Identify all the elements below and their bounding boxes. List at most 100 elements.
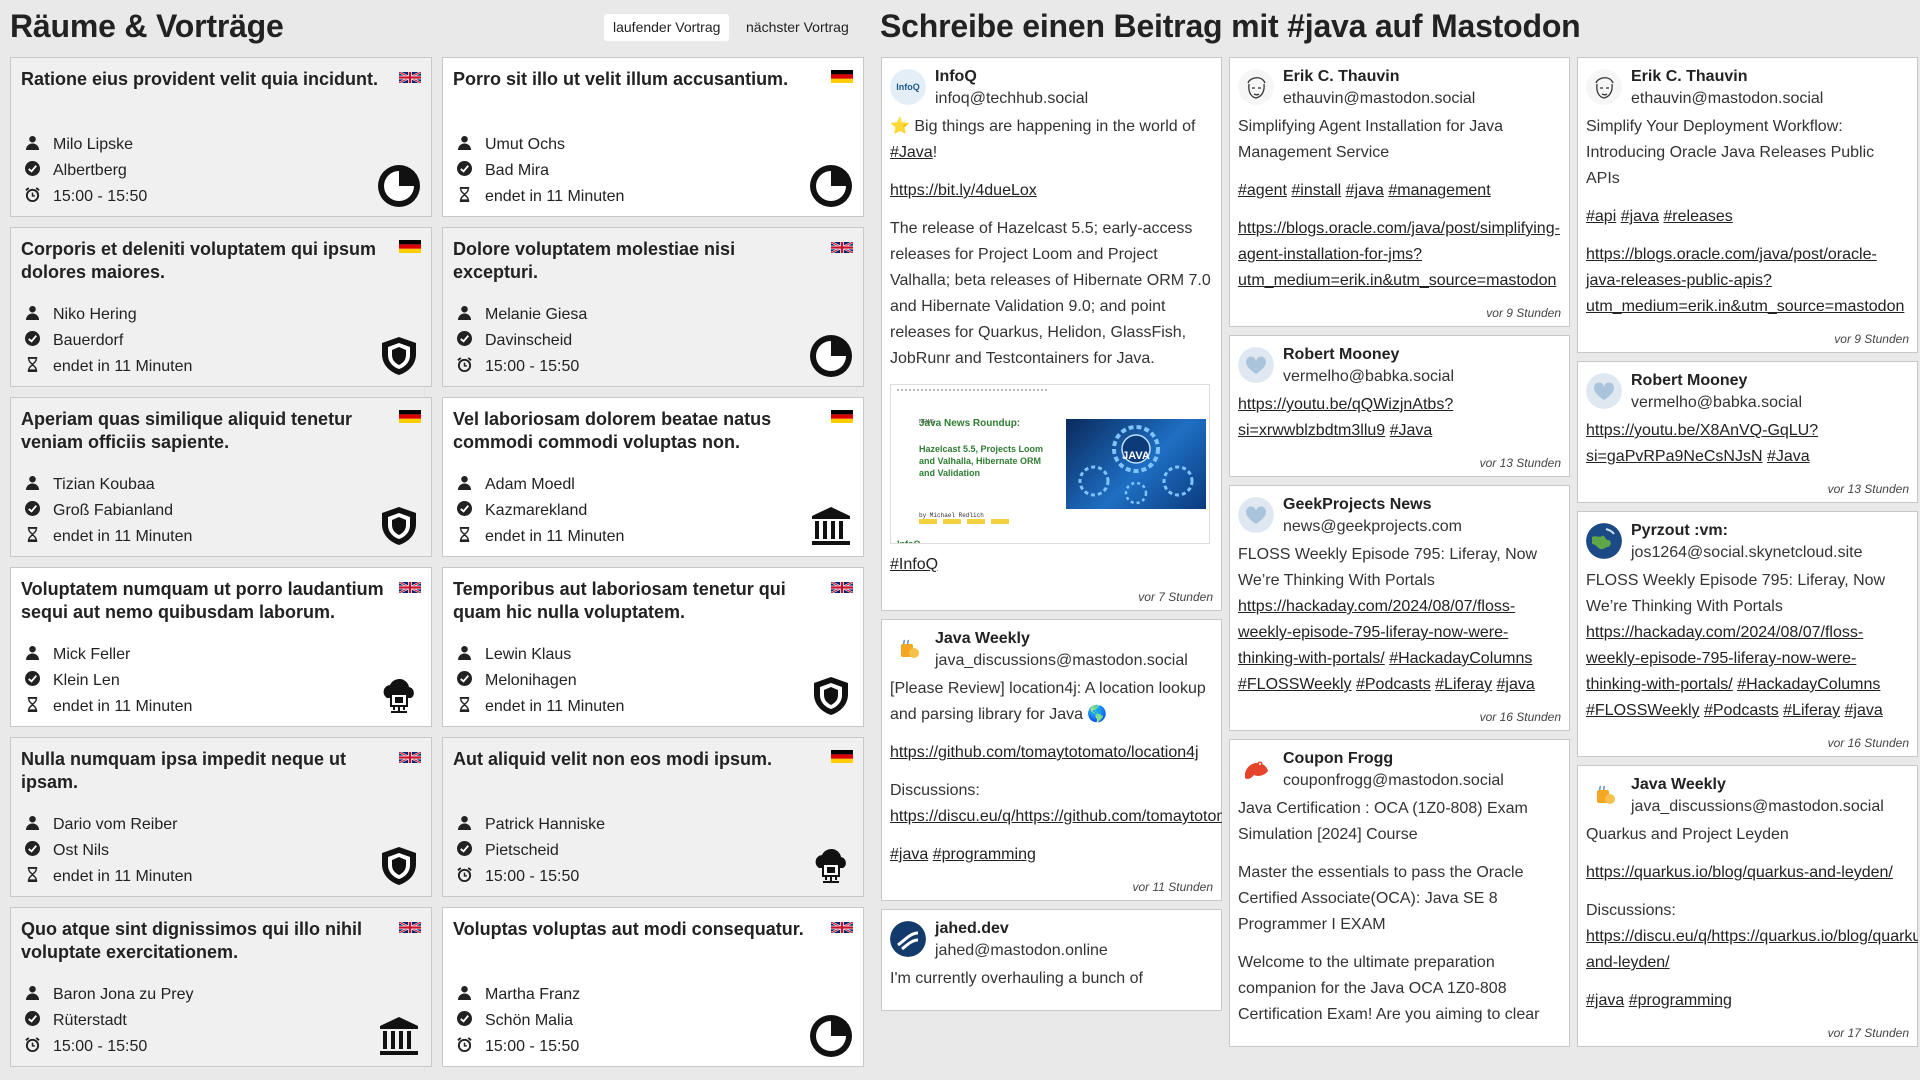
- talk-card[interactable]: Aut aliquid velit non eos modi ipsum. Pat…: [442, 737, 864, 897]
- frog-avatar[interactable]: [1238, 751, 1274, 787]
- java-weekly-avatar[interactable]: [890, 631, 926, 667]
- post-link[interactable]: #api: [1586, 208, 1616, 225]
- post-link[interactable]: #java: [1497, 676, 1535, 693]
- post-link[interactable]: #Podcasts: [1356, 676, 1431, 693]
- mastodon-post[interactable]: Java Weekly java_discussions@mastodon.soc…: [881, 619, 1222, 901]
- author-handle[interactable]: vermelho@babka.social: [1283, 366, 1454, 388]
- talk-card[interactable]: Porro sit illo ut velit illum accusantiu…: [442, 57, 864, 217]
- java-weekly-avatar[interactable]: [1586, 777, 1622, 813]
- author-handle[interactable]: ethauvin@mastodon.social: [1283, 88, 1475, 110]
- jahed-avatar[interactable]: [890, 921, 926, 957]
- post-link[interactable]: https://bit.ly/4dueLox: [890, 182, 1037, 199]
- talk-card[interactable]: Temporibus aut laboriosam tenetur qui qu…: [442, 567, 864, 727]
- post-timestamp[interactable]: vor 13 Stunden: [1586, 482, 1909, 496]
- talk-card[interactable]: Corporis et deleniti voluptatem qui ipsu…: [10, 227, 432, 387]
- post-link[interactable]: #programming: [933, 846, 1036, 863]
- author-name[interactable]: Erik C. Thauvin: [1283, 66, 1475, 88]
- post-link[interactable]: #java: [1346, 182, 1384, 199]
- heart-avatar[interactable]: [1238, 347, 1274, 383]
- mastodon-post[interactable]: Robert Mooney vermelho@babka.social https:…: [1577, 361, 1918, 503]
- author-handle[interactable]: vermelho@babka.social: [1631, 392, 1802, 414]
- sketch-avatar[interactable]: [1586, 69, 1622, 105]
- sketch-avatar[interactable]: [1238, 69, 1274, 105]
- mastodon-post[interactable]: Pyrzout :vm: jos1264@social.skynetcloud.s…: [1577, 511, 1918, 757]
- post-link[interactable]: #java: [1586, 992, 1624, 1009]
- post-link[interactable]: #install: [1291, 182, 1341, 199]
- post-link[interactable]: #HackadayColumns: [1389, 650, 1532, 667]
- post-link[interactable]: #java: [1621, 208, 1659, 225]
- earth-avatar[interactable]: [1586, 523, 1622, 559]
- mastodon-post[interactable]: jahed.dev jahed@mastodon.online I'm curren…: [881, 909, 1222, 1011]
- author-name[interactable]: GeekProjects News: [1283, 494, 1462, 516]
- talk-card[interactable]: Quo atque sint dignissimos qui illo nihi…: [10, 907, 432, 1067]
- infoq-avatar[interactable]: InfoQ: [890, 69, 926, 105]
- talk-card[interactable]: Voluptas voluptas aut modi consequatur. M…: [442, 907, 864, 1067]
- talk-card[interactable]: Ratione eius provident velit quia incidu…: [10, 57, 432, 217]
- mastodon-post[interactable]: Erik C. Thauvin ethauvin@mastodon.social S…: [1229, 57, 1570, 327]
- post-link[interactable]: #InfoQ: [890, 556, 938, 573]
- mastodon-post[interactable]: Robert Mooney vermelho@babka.social https:…: [1229, 335, 1570, 477]
- author-handle[interactable]: ethauvin@mastodon.social: [1631, 88, 1823, 110]
- mastodon-post[interactable]: Coupon Frogg couponfrogg@mastodon.social J…: [1229, 739, 1570, 1047]
- post-link[interactable]: #management: [1388, 182, 1490, 199]
- mastodon-post[interactable]: Erik C. Thauvin ethauvin@mastodon.social S…: [1577, 57, 1918, 353]
- post-timestamp[interactable]: vor 9 Stunden: [1238, 306, 1561, 320]
- author-name[interactable]: Pyrzout :vm:: [1631, 520, 1862, 542]
- post-timestamp[interactable]: vor 17 Stunden: [1586, 1026, 1909, 1040]
- post-link[interactable]: https://github.com/tomaytotomato/locatio…: [890, 744, 1199, 761]
- author-name[interactable]: Erik C. Thauvin: [1631, 66, 1823, 88]
- author-handle[interactable]: java_discussions@mastodon.social: [935, 650, 1188, 672]
- talk-card[interactable]: Aperiam quas similique aliquid tenetur v…: [10, 397, 432, 557]
- talk-card[interactable]: Nulla numquam ipsa impedit neque ut ipsa…: [10, 737, 432, 897]
- author-handle[interactable]: couponfrogg@mastodon.social: [1283, 770, 1504, 792]
- author-handle[interactable]: news@geekprojects.com: [1283, 516, 1462, 538]
- post-timestamp[interactable]: vor 9 Stunden: [1586, 332, 1909, 346]
- post-link[interactable]: #Java: [1390, 422, 1433, 439]
- post-timestamp[interactable]: vor 7 Stunden: [890, 590, 1213, 604]
- author-handle[interactable]: jahed@mastodon.online: [935, 940, 1108, 962]
- mastodon-post[interactable]: Java Weekly java_discussions@mastodon.soc…: [1577, 765, 1918, 1047]
- mastodon-post[interactable]: InfoQ InfoQ infoq@techhub.social ⭐ Big thin…: [881, 57, 1222, 611]
- author-handle[interactable]: java_discussions@mastodon.social: [1631, 796, 1884, 818]
- post-link[interactable]: https://quarkus.io/blog/quarkus-and-leyd…: [1586, 864, 1893, 881]
- toggle-next-talk[interactable]: nächster Vortrag: [737, 14, 858, 41]
- author-name[interactable]: jahed.dev: [935, 918, 1108, 940]
- author-name[interactable]: Coupon Frogg: [1283, 748, 1504, 770]
- toggle-current-talk[interactable]: laufender Vortrag: [604, 14, 730, 41]
- post-link[interactable]: #releases: [1663, 208, 1732, 225]
- author-name[interactable]: Robert Mooney: [1283, 344, 1454, 366]
- author-name[interactable]: Java Weekly: [1631, 774, 1884, 796]
- post-link[interactable]: https://blogs.oracle.com/java/post/simpl…: [1238, 220, 1560, 289]
- talk-card[interactable]: Voluptatem numquam ut porro laudantium s…: [10, 567, 432, 727]
- author-handle[interactable]: jos1264@social.skynetcloud.site: [1631, 542, 1862, 564]
- post-link[interactable]: #java: [1845, 702, 1883, 719]
- post-link[interactable]: #Java: [1767, 448, 1810, 465]
- heart-avatar[interactable]: [1238, 497, 1274, 533]
- post-timestamp[interactable]: vor 11 Stunden: [890, 880, 1213, 894]
- post-timestamp[interactable]: vor 16 Stunden: [1586, 736, 1909, 750]
- post-link[interactable]: #agent: [1238, 182, 1287, 199]
- post-link[interactable]: #Podcasts: [1704, 702, 1779, 719]
- link-preview-image[interactable]: NEWS Java News Roundup: Hazelcast 5.5, P…: [890, 384, 1210, 544]
- post-link[interactable]: #FLOSSWeekly: [1238, 676, 1352, 693]
- post-link[interactable]: #Liferay: [1783, 702, 1840, 719]
- talk-card[interactable]: Dolore voluptatem molestiae nisi exceptu…: [442, 227, 864, 387]
- post-link[interactable]: https://discu.eu/q/https://github.com/to…: [890, 808, 1222, 825]
- post-link[interactable]: https://blogs.oracle.com/java/post/oracl…: [1586, 246, 1904, 315]
- post-link[interactable]: #programming: [1629, 992, 1732, 1009]
- post-link[interactable]: #Java: [890, 144, 933, 161]
- post-link[interactable]: #Liferay: [1435, 676, 1492, 693]
- author-name[interactable]: InfoQ: [935, 66, 1088, 88]
- post-link[interactable]: https://discu.eu/q/https://quarkus.io/bl…: [1586, 928, 1918, 971]
- mastodon-post[interactable]: GeekProjects News news@geekprojects.com FL…: [1229, 485, 1570, 731]
- author-name[interactable]: Robert Mooney: [1631, 370, 1802, 392]
- post-link[interactable]: #java: [890, 846, 928, 863]
- post-timestamp[interactable]: vor 13 Stunden: [1238, 456, 1561, 470]
- heart-avatar[interactable]: [1586, 373, 1622, 409]
- post-timestamp[interactable]: vor 16 Stunden: [1238, 710, 1561, 724]
- post-link[interactable]: #HackadayColumns: [1737, 676, 1880, 693]
- talk-card[interactable]: Vel laboriosam dolorem beatae natus comm…: [442, 397, 864, 557]
- post-link[interactable]: #FLOSSWeekly: [1586, 702, 1700, 719]
- author-name[interactable]: Java Weekly: [935, 628, 1188, 650]
- author-handle[interactable]: infoq@techhub.social: [935, 88, 1088, 110]
